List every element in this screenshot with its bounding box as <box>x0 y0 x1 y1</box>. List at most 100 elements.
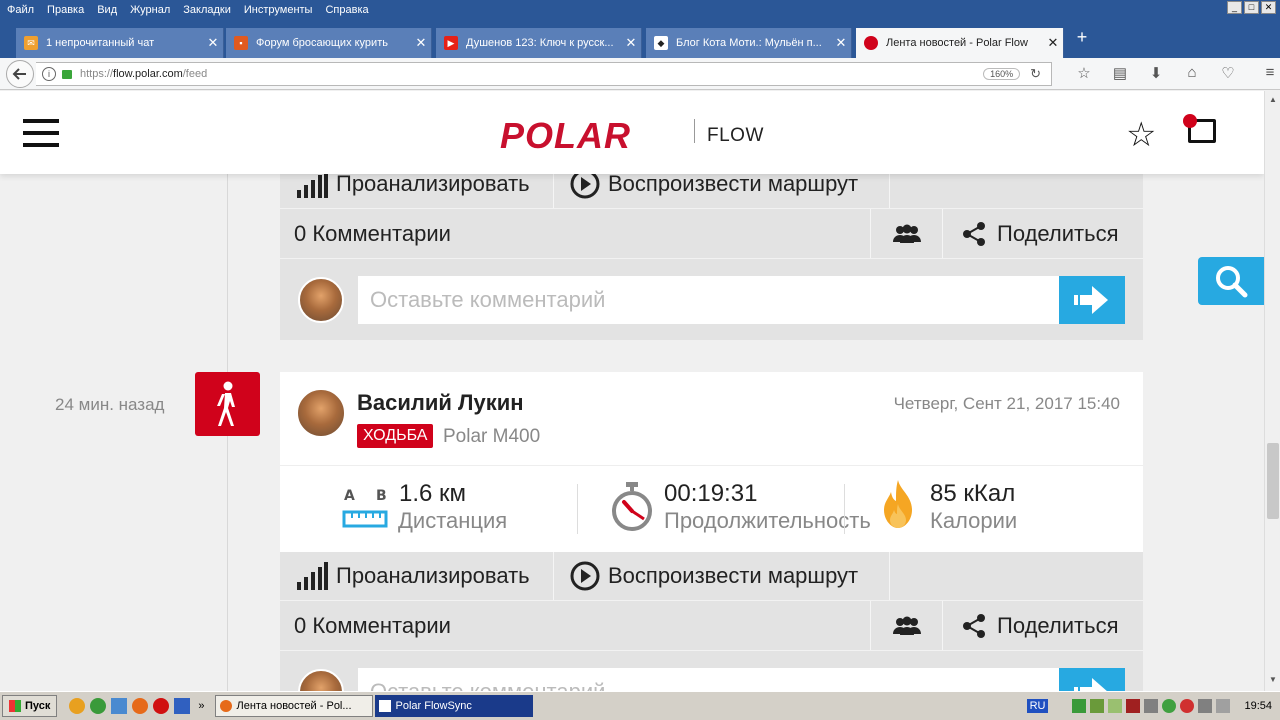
people-icon <box>892 616 921 635</box>
chevron-icon[interactable]: » <box>198 700 204 712</box>
flow-label: FLOW <box>707 125 764 146</box>
tab-mail[interactable]: ✉ 1 непрочитанный чат ✕ <box>16 28 224 58</box>
comment-input[interactable]: Оставьте комментарий <box>358 667 1059 691</box>
tab-title: Блог Кота Моти.: Мульён п... <box>676 37 822 49</box>
pocket-icon[interactable]: ♡ <box>1210 64 1246 82</box>
close-window-button[interactable]: ✕ <box>1261 1 1276 14</box>
menu-history[interactable]: Журнал <box>123 4 176 16</box>
tray-icon[interactable] <box>1144 699 1159 713</box>
user-avatar[interactable] <box>296 388 346 438</box>
analyze-button[interactable]: Проанализировать <box>280 552 554 600</box>
url-text[interactable]: https://flow.polar.com/feed <box>80 68 983 80</box>
tray-icon[interactable] <box>1072 699 1087 713</box>
point-a-label: A <box>344 488 355 504</box>
minimize-button[interactable]: _ <box>1227 1 1242 14</box>
comments-count[interactable]: 0 Комментарии <box>280 601 871 650</box>
tray-icon[interactable] <box>1108 699 1123 713</box>
comment-input[interactable]: Оставьте комментарий <box>358 275 1059 324</box>
tray-icon[interactable] <box>1180 699 1195 713</box>
taskbar-task-flowsync[interactable]: Polar FlowSync <box>374 695 533 717</box>
replay-label: Воспроизвести маршрут <box>608 563 859 588</box>
walking-sport-badge[interactable] <box>195 372 260 436</box>
user-name[interactable]: Василий Лукин <box>357 390 524 416</box>
close-tab-icon[interactable]: ✕ <box>621 35 641 51</box>
share-button[interactable]: Поделиться <box>943 601 1143 650</box>
device-name: Polar M400 <box>443 426 541 447</box>
address-bar[interactable]: i https://flow.polar.com/feed 160% ↻ <box>36 62 1052 86</box>
share-button[interactable]: Поделиться <box>943 209 1143 258</box>
volume-icon[interactable] <box>1216 699 1231 713</box>
distance-label: Дистанция <box>398 508 508 533</box>
home-icon[interactable]: ⌂ <box>1174 64 1210 82</box>
close-tab-icon[interactable]: ✕ <box>1043 35 1063 51</box>
people-button[interactable] <box>871 601 943 650</box>
chrome-icon[interactable] <box>90 698 107 714</box>
maximize-button[interactable]: □ <box>1244 1 1259 14</box>
tab-title: 1 непрочитанный чат <box>46 37 155 49</box>
reading-list-icon[interactable]: ▤ <box>1102 64 1138 82</box>
tray-icon[interactable] <box>1126 699 1141 713</box>
clock[interactable]: 19:54 <box>1244 700 1272 712</box>
start-button[interactable]: Пуск <box>2 695 58 717</box>
tab-blog[interactable]: ◆ Блог Кота Моти.: Мульён п... ✕ <box>646 28 852 58</box>
app-icon[interactable] <box>111 698 128 714</box>
save-icon[interactable] <box>174 698 191 714</box>
menu-bookmarks[interactable]: Закладки <box>176 4 237 16</box>
close-tab-icon[interactable]: ✕ <box>411 35 431 51</box>
scroll-down-icon[interactable]: ▼ <box>1267 675 1279 687</box>
notification-dot <box>1183 114 1197 128</box>
reload-icon[interactable]: ↻ <box>1030 66 1041 82</box>
tab-youtube[interactable]: ▶ Душенов 123: Ключ к русск... ✕ <box>436 28 642 58</box>
menu-view[interactable]: Вид <box>90 4 123 16</box>
bar-chart-icon <box>297 170 328 198</box>
download-icon[interactable]: ⬇ <box>1138 64 1174 82</box>
activity-stats[interactable]: A B 1.6 км Дистанция 00:19:31 Продолжите… <box>280 466 1143 552</box>
new-tab-button[interactable]: + <box>1072 27 1092 48</box>
menu-edit[interactable]: Правка <box>40 4 90 16</box>
close-tab-icon[interactable]: ✕ <box>203 35 223 51</box>
opera-icon[interactable] <box>153 698 170 714</box>
firefox-icon[interactable] <box>132 698 149 714</box>
tab-polar-flow[interactable]: Лента новостей - Polar Flow ✕ <box>856 28 1064 58</box>
favorites-star-icon[interactable]: ☆ <box>1126 115 1156 155</box>
previous-activity-card: Проанализировать Воспроизвести маршрут 0… <box>280 160 1143 340</box>
back-button[interactable] <box>6 60 34 88</box>
page-scrollbar[interactable]: ▲ ▼ <box>1264 91 1280 691</box>
people-button[interactable] <box>871 209 943 258</box>
share-label: Поделиться <box>997 220 1119 246</box>
taskbar-task-firefox[interactable]: Лента новостей - Pol... <box>214 695 373 717</box>
polar-logo[interactable]: POLAR <box>500 115 631 157</box>
tray-icon[interactable] <box>1162 699 1177 713</box>
send-comment-button[interactable] <box>1059 275 1125 324</box>
scroll-up-icon[interactable]: ▲ <box>1267 95 1279 107</box>
close-tab-icon[interactable]: ✕ <box>831 35 851 51</box>
language-indicator[interactable]: RU <box>1026 699 1049 713</box>
tray-icon[interactable] <box>1198 699 1213 713</box>
info-icon[interactable]: i <box>42 67 56 81</box>
zoom-indicator[interactable]: 160% <box>983 68 1021 80</box>
tray-icon[interactable] <box>1090 699 1105 713</box>
menu-help[interactable]: Справка <box>318 4 374 16</box>
app-icon[interactable] <box>69 698 86 714</box>
activity-header[interactable]: Василий Лукин ХОДЬБА Polar M400 Четверг,… <box>280 372 1143 466</box>
menu-tools[interactable]: Инструменты <box>237 4 319 16</box>
search-button[interactable] <box>1198 257 1264 305</box>
tab-title: Лента новостей - Polar Flow <box>886 37 1028 49</box>
analyze-label: Проанализировать <box>336 563 530 588</box>
window-controls: _ □ ✕ <box>1227 1 1276 14</box>
tab-forum[interactable]: ▪ Форум бросающих курить ✕ <box>226 28 432 58</box>
scrollbar-thumb[interactable] <box>1267 443 1279 519</box>
activity-date: Четверг, Сент 21, 2017 15:40 <box>893 394 1120 413</box>
hamburger-menu-icon[interactable]: ≡ <box>1252 64 1280 82</box>
menu-file[interactable]: Файл <box>0 4 40 16</box>
bookmark-star-icon[interactable]: ☆ <box>1066 64 1102 82</box>
calories-stat: 85 кКал Калории <box>880 466 1120 552</box>
hamburger-menu-button[interactable] <box>23 119 59 147</box>
url-host: flow.polar.com <box>113 68 183 80</box>
send-comment-button[interactable] <box>1059 667 1125 691</box>
comments-count[interactable]: 0 Комментарии <box>280 209 871 258</box>
toolbar-icons: ☆ ▤ ⬇ ⌂ ♡ ≡ <box>1066 64 1280 82</box>
replay-route-button[interactable]: Воспроизвести маршрут <box>554 552 890 600</box>
sport-tag: ХОДЬБА <box>357 424 434 448</box>
people-icon <box>892 224 921 243</box>
